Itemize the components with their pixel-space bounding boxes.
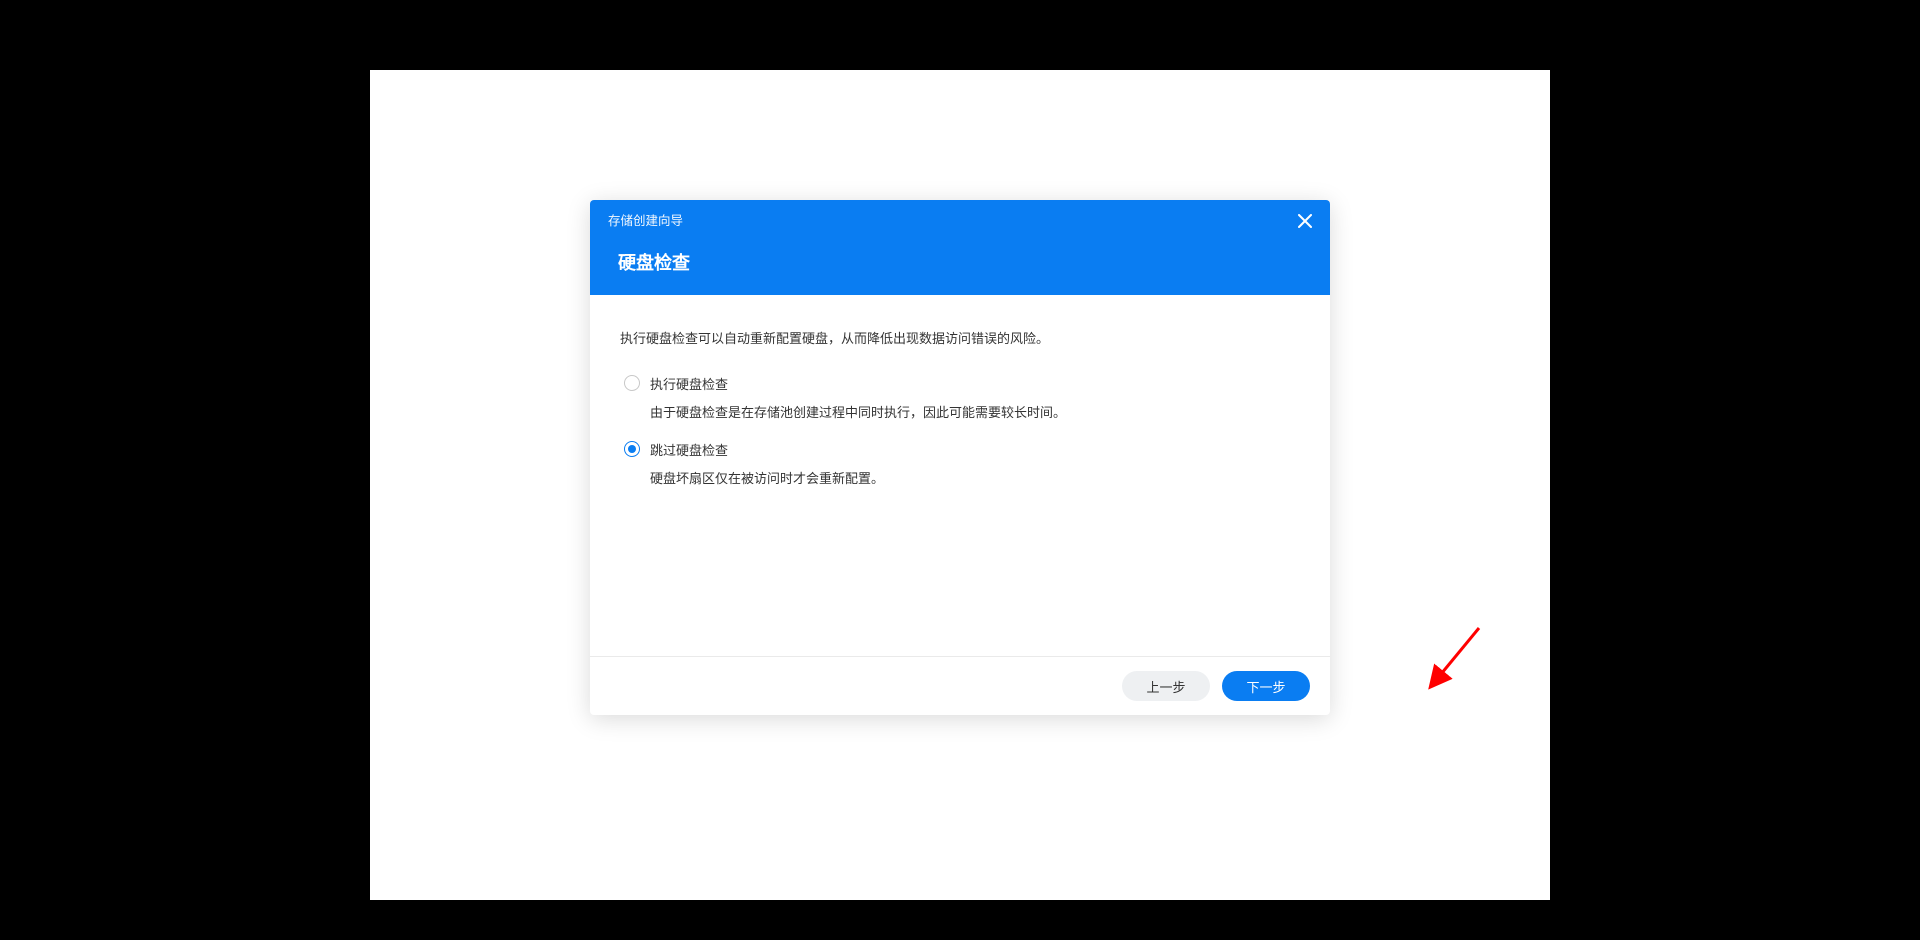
radio-help-perform: 由于硬盘检查是在存储池创建过程中同时执行，因此可能需要较长时间。 [650, 403, 1300, 424]
radio-option-perform-check: 执行硬盘检查 由于硬盘检查是在存储池创建过程中同时执行，因此可能需要较长时间。 [620, 374, 1300, 424]
radio-help-skip: 硬盘坏扇区仅在被访问时才会重新配置。 [650, 469, 1300, 490]
radio-label-skip: 跳过硬盘检查 [650, 440, 728, 459]
storage-wizard-dialog: 存储创建向导 硬盘检查 执行硬盘检查可以自动重新配置硬盘，从而降低出现数据访问错… [590, 200, 1330, 715]
dialog-step-title: 硬盘检查 [618, 249, 1312, 275]
dialog-header: 存储创建向导 硬盘检查 [590, 200, 1330, 295]
dialog-footer: 上一步 下一步 [590, 656, 1330, 715]
page-container: 存储创建向导 硬盘检查 执行硬盘检查可以自动重新配置硬盘，从而降低出现数据访问错… [370, 70, 1550, 900]
dialog-body: 执行硬盘检查可以自动重新配置硬盘，从而降低出现数据访问错误的风险。 执行硬盘检查… [590, 295, 1330, 656]
dialog-wizard-title: 存储创建向导 [608, 210, 1312, 229]
annotation-arrow-icon [1414, 623, 1484, 703]
back-button[interactable]: 上一步 [1122, 671, 1210, 701]
close-icon [1298, 214, 1312, 228]
radio-icon [624, 441, 640, 457]
close-button[interactable] [1294, 210, 1316, 232]
radio-perform-check[interactable]: 执行硬盘检查 [624, 374, 1300, 393]
radio-label-perform: 执行硬盘检查 [650, 374, 728, 393]
radio-skip-check[interactable]: 跳过硬盘检查 [624, 440, 1300, 459]
radio-option-skip-check: 跳过硬盘检查 硬盘坏扇区仅在被访问时才会重新配置。 [620, 440, 1300, 490]
next-button[interactable]: 下一步 [1222, 671, 1310, 701]
radio-icon [624, 375, 640, 391]
step-description: 执行硬盘检查可以自动重新配置硬盘，从而降低出现数据访问错误的风险。 [620, 329, 1300, 350]
